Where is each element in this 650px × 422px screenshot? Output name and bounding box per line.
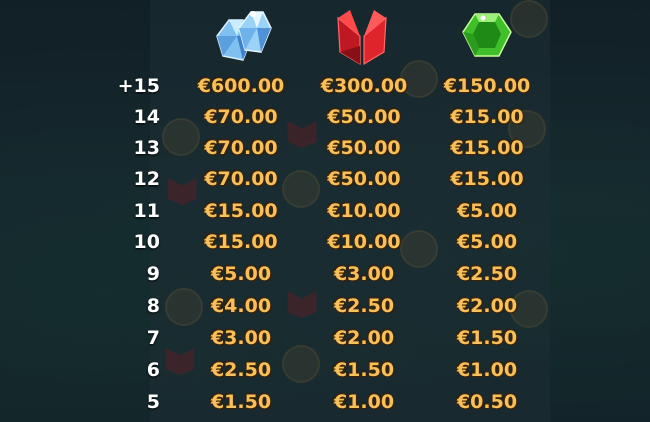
ruby-prize: €50.00 <box>327 106 401 128</box>
ruby-prize: €10.00 <box>327 231 401 253</box>
symbol-count: 8 <box>146 295 160 317</box>
paytable-row: 6 €2.50 €1.50 €1.00 <box>0 355 650 385</box>
ruby-prize: €2.00 <box>333 327 395 349</box>
diamond-prize: €600.00 <box>197 75 285 97</box>
diamond-prize: €5.00 <box>210 263 272 285</box>
red-ruby-icon <box>330 6 394 66</box>
emerald-prize: €150.00 <box>443 75 531 97</box>
paytable-row: 14 €70.00 €50.00 €15.00 <box>0 102 650 132</box>
symbol-count: 10 <box>133 231 160 253</box>
ruby-prize: €1.00 <box>333 391 395 413</box>
blue-diamond-icon <box>209 6 273 66</box>
ruby-prize: €1.50 <box>333 359 395 381</box>
emerald-prize: €5.00 <box>456 200 518 222</box>
paytable-row: 13 €70.00 €50.00 €15.00 <box>0 133 650 163</box>
symbol-count: 13 <box>133 137 160 159</box>
paytable-row: +15 €600.00 €300.00 €150.00 <box>0 71 650 101</box>
symbol-count: 11 <box>133 200 160 222</box>
symbol-count: 7 <box>146 327 160 349</box>
paytable-row: 12 €70.00 €50.00 €15.00 <box>0 164 650 194</box>
emerald-prize: €15.00 <box>450 106 524 128</box>
diamond-prize: €70.00 <box>204 137 278 159</box>
emerald-prize: €1.00 <box>456 359 518 381</box>
emerald-prize: €15.00 <box>450 137 524 159</box>
emerald-prize: €2.50 <box>456 263 518 285</box>
green-emerald-icon <box>455 6 519 66</box>
symbol-count: 14 <box>133 106 160 128</box>
symbol-count: 9 <box>146 263 160 285</box>
ruby-prize: €10.00 <box>327 200 401 222</box>
emerald-prize: €1.50 <box>456 327 518 349</box>
diamond-prize: €4.00 <box>210 295 272 317</box>
diamond-prize: €2.50 <box>210 359 272 381</box>
paytable-row: 7 €3.00 €2.00 €1.50 <box>0 323 650 353</box>
paytable-row: 9 €5.00 €3.00 €2.50 <box>0 259 650 289</box>
symbol-count: 12 <box>133 168 160 190</box>
diamond-prize: €3.00 <box>210 327 272 349</box>
paytable-row: 5 €1.50 €1.00 €0.50 <box>0 387 650 417</box>
emerald-prize: €2.00 <box>456 295 518 317</box>
ruby-prize: €3.00 <box>333 263 395 285</box>
ruby-prize: €300.00 <box>320 75 408 97</box>
symbol-count: 6 <box>146 359 160 381</box>
ruby-prize: €50.00 <box>327 168 401 190</box>
paytable-row: 8 €4.00 €2.50 €2.00 <box>0 291 650 321</box>
diamond-prize: €15.00 <box>204 200 278 222</box>
diamond-prize: €15.00 <box>204 231 278 253</box>
symbol-count: 5 <box>146 391 160 413</box>
ruby-prize: €50.00 <box>327 137 401 159</box>
symbol-count: +15 <box>117 75 160 97</box>
paytable-row: 10 €15.00 €10.00 €5.00 <box>0 227 650 257</box>
diamond-prize: €70.00 <box>204 106 278 128</box>
ruby-prize: €2.50 <box>333 295 395 317</box>
emerald-prize: €15.00 <box>450 168 524 190</box>
emerald-prize: €0.50 <box>456 391 518 413</box>
diamond-prize: €1.50 <box>210 391 272 413</box>
emerald-prize: €5.00 <box>456 231 518 253</box>
paytable-row: 11 €15.00 €10.00 €5.00 <box>0 196 650 226</box>
diamond-prize: €70.00 <box>204 168 278 190</box>
